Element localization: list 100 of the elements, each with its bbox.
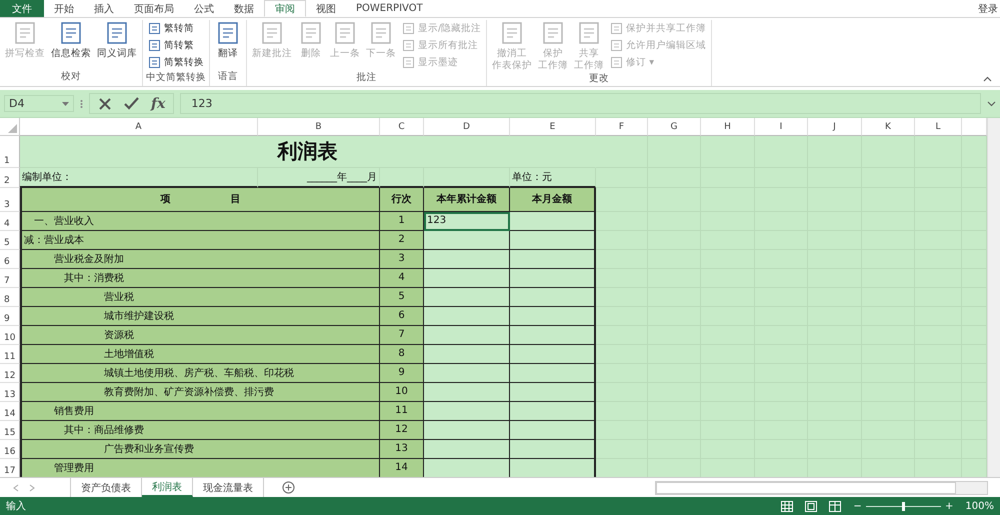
table-cell[interactable] bbox=[510, 269, 596, 288]
table-cell[interactable] bbox=[424, 383, 510, 402]
ribbon-tab[interactable]: 开始 bbox=[44, 0, 84, 17]
table-cell[interactable] bbox=[424, 440, 510, 459]
ribbon-button[interactable]: 信息检索 bbox=[49, 20, 93, 70]
table-cell: 5 bbox=[380, 288, 424, 307]
row-header[interactable]: 8 bbox=[0, 288, 20, 307]
column-header[interactable]: C bbox=[380, 118, 424, 136]
zoom-level[interactable]: 100% bbox=[965, 500, 994, 512]
zoom-in-button[interactable]: + bbox=[945, 500, 954, 512]
normal-view-icon[interactable] bbox=[781, 500, 794, 512]
vertical-scrollbar[interactable] bbox=[987, 118, 1000, 477]
table-cell[interactable] bbox=[510, 421, 596, 440]
ribbon-button[interactable]: 繁转简 bbox=[148, 21, 204, 36]
table-cell[interactable] bbox=[510, 307, 596, 326]
name-box[interactable]: D4 bbox=[4, 95, 74, 112]
table-cell[interactable] bbox=[424, 288, 510, 307]
page-layout-icon[interactable] bbox=[805, 500, 818, 512]
table-cell[interactable] bbox=[424, 364, 510, 383]
horizontal-scrollbar[interactable] bbox=[655, 480, 988, 494]
table-cell[interactable]: 123 bbox=[424, 212, 510, 231]
table-cell[interactable] bbox=[510, 364, 596, 383]
small-page-icon bbox=[610, 22, 624, 35]
table-cell: 销售费用 bbox=[20, 402, 380, 421]
column-header[interactable]: B bbox=[258, 118, 380, 136]
column-header[interactable]: K bbox=[862, 118, 915, 136]
row-header[interactable]: 14 bbox=[0, 402, 20, 421]
file-menu-tab[interactable]: 文件 bbox=[0, 0, 44, 17]
table-cell[interactable] bbox=[510, 440, 596, 459]
row-header[interactable]: 13 bbox=[0, 383, 20, 402]
expand-icon[interactable] bbox=[987, 100, 996, 106]
formula-input[interactable]: 123 bbox=[180, 93, 981, 114]
zoom-out-button[interactable]: − bbox=[853, 500, 862, 512]
row-header[interactable]: 7 bbox=[0, 269, 20, 288]
table-cell[interactable] bbox=[424, 269, 510, 288]
column-header[interactable]: H bbox=[701, 118, 755, 136]
sign-in-link[interactable]: 登录 bbox=[978, 2, 1000, 16]
table-cell: 6 bbox=[380, 307, 424, 326]
column-header[interactable] bbox=[962, 118, 987, 136]
table-cell[interactable] bbox=[510, 326, 596, 345]
table-cell[interactable] bbox=[424, 345, 510, 364]
ribbon-button[interactable]: 简转繁 bbox=[148, 38, 204, 53]
table-cell: 减：营业成本 bbox=[20, 231, 380, 250]
table-cell[interactable] bbox=[424, 250, 510, 269]
collapse-ribbon-icon[interactable] bbox=[983, 76, 992, 82]
table-cell[interactable] bbox=[424, 421, 510, 440]
row-header[interactable]: 2 bbox=[0, 168, 20, 188]
ribbon-tab[interactable]: 插入 bbox=[84, 0, 124, 17]
column-header[interactable]: E bbox=[510, 118, 596, 136]
table-cell[interactable] bbox=[510, 250, 596, 269]
sheet-tab[interactable]: 利润表 bbox=[142, 478, 193, 497]
select-all-icon[interactable] bbox=[8, 124, 17, 133]
row-header[interactable]: 1 bbox=[0, 136, 20, 168]
ribbon-button[interactable]: 简繁转换 bbox=[148, 55, 204, 70]
ribbon-tab[interactable]: 公式 bbox=[184, 0, 224, 17]
column-header[interactable]: A bbox=[20, 118, 258, 136]
insert-function-button[interactable]: fx bbox=[151, 96, 166, 112]
row-header[interactable]: 10 bbox=[0, 326, 20, 345]
row-header[interactable]: 5 bbox=[0, 231, 20, 250]
row-header[interactable]: 16 bbox=[0, 440, 20, 459]
column-header[interactable]: G bbox=[648, 118, 701, 136]
ribbon-button[interactable]: 翻译 bbox=[213, 20, 243, 70]
table-cell[interactable] bbox=[510, 212, 596, 231]
column-header[interactable]: J bbox=[808, 118, 862, 136]
ribbon-tab[interactable]: 页面布局 bbox=[124, 0, 184, 17]
table-cell[interactable] bbox=[510, 231, 596, 250]
table-cell[interactable] bbox=[424, 402, 510, 421]
row-header[interactable]: 4 bbox=[0, 212, 20, 231]
small-page-icon bbox=[148, 22, 161, 35]
row-header[interactable]: 9 bbox=[0, 307, 20, 326]
table-cell-text: 编制单位： bbox=[22, 170, 72, 184]
ribbon-tab[interactable]: 审阅 bbox=[264, 0, 306, 17]
column-header[interactable]: F bbox=[596, 118, 648, 136]
row-header[interactable]: 6 bbox=[0, 250, 20, 269]
table-header: 项 目 bbox=[20, 188, 380, 212]
ribbon-tab[interactable]: POWERPIVOT bbox=[346, 0, 433, 17]
ribbon-button[interactable]: 同义词库 bbox=[95, 20, 139, 70]
page-break-icon[interactable] bbox=[829, 500, 842, 512]
table-cell[interactable] bbox=[510, 402, 596, 421]
add-sheet-icon[interactable] bbox=[282, 481, 295, 494]
row-header[interactable]: 11 bbox=[0, 345, 20, 364]
row-header[interactable]: 15 bbox=[0, 421, 20, 440]
column-header[interactable]: L bbox=[915, 118, 962, 136]
ribbon-tab[interactable]: 视图 bbox=[306, 0, 346, 17]
table-cell[interactable] bbox=[424, 326, 510, 345]
table-cell[interactable] bbox=[424, 307, 510, 326]
table-cell: 城市维护建设税 bbox=[20, 307, 380, 326]
table-cell[interactable] bbox=[510, 345, 596, 364]
ribbon-tab[interactable]: 数据 bbox=[224, 0, 264, 17]
column-header[interactable]: D bbox=[424, 118, 510, 136]
row-header[interactable]: 17 bbox=[0, 459, 20, 477]
column-header[interactable]: I bbox=[755, 118, 808, 136]
row-header[interactable]: 3 bbox=[0, 188, 20, 212]
table-cell[interactable] bbox=[424, 231, 510, 250]
cancel-icon[interactable] bbox=[98, 96, 112, 110]
table-cell[interactable] bbox=[510, 288, 596, 307]
row-header[interactable]: 12 bbox=[0, 364, 20, 383]
table-cell[interactable] bbox=[510, 383, 596, 402]
group-label: 校对 bbox=[61, 70, 81, 84]
enter-check-icon[interactable] bbox=[124, 97, 139, 110]
